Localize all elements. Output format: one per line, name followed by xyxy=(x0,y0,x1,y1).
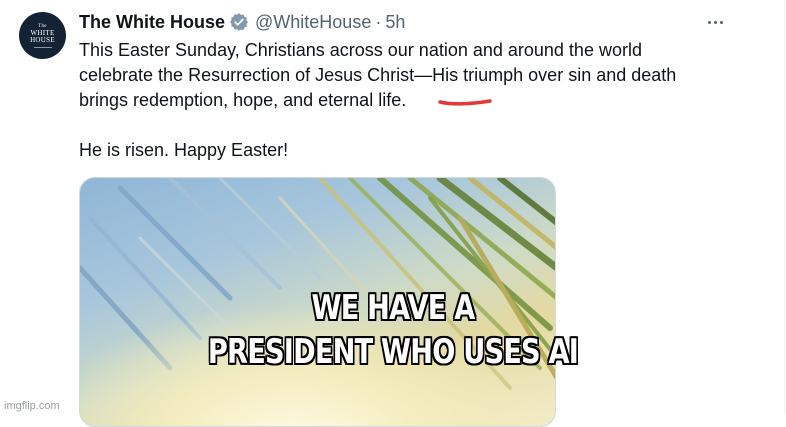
separator-dot: · xyxy=(375,11,382,32)
imgflip-watermark: imgflip.com xyxy=(4,400,60,412)
more-options-button[interactable] xyxy=(700,10,730,34)
tweet-text-line: brings redemption, hope, and eternal lif… xyxy=(79,90,407,110)
tweet-text-line: This Easter Sunday, Christians across ou… xyxy=(79,40,642,60)
display-name[interactable]: The White House xyxy=(79,12,225,33)
tweet-header: The White House @WhiteHouse · 5h xyxy=(79,10,405,34)
verified-badge-icon[interactable] xyxy=(229,12,249,32)
meme-caption-top: WE HAVE A xyxy=(311,288,476,328)
tweet-text-line: He is risen. Happy Easter! xyxy=(79,140,289,160)
more-horizontal-icon xyxy=(719,20,723,24)
meme-caption-bottom: PRESIDENT WHO USES AI xyxy=(207,332,579,372)
timestamp[interactable]: 5h xyxy=(385,12,405,33)
more-horizontal-icon xyxy=(707,20,711,24)
previous-tweet-sliver xyxy=(10,0,330,4)
red-underline-annotation xyxy=(438,99,492,106)
avatar-logo-line: HOUSE xyxy=(30,36,55,44)
more-horizontal-icon xyxy=(713,20,717,24)
avatar-logo-rule xyxy=(33,47,52,48)
tweet-text-line: celebrate the Resurrection of Jesus Chri… xyxy=(79,65,677,85)
tweet-text: This Easter Sunday, Christians across ou… xyxy=(79,38,729,163)
avatar[interactable]: The WHITE HOUSE xyxy=(19,12,66,59)
handle[interactable]: @WhiteHouse xyxy=(255,12,371,33)
